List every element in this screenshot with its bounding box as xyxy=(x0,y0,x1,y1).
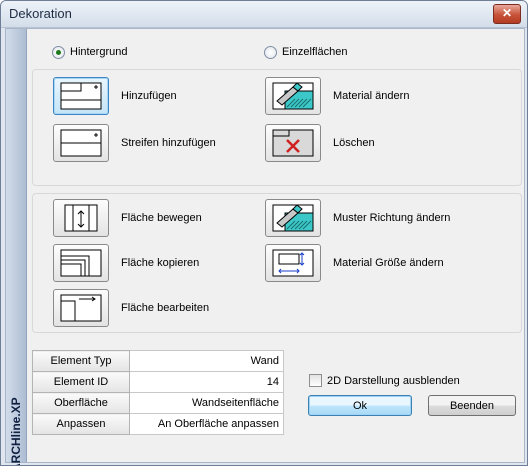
tool-label: Hinzufügen xyxy=(121,90,177,102)
dialog-body: ARCHline.XP Hintergrund Einzelflächen Hi… xyxy=(5,28,525,465)
tool-label: Fläche bearbeiten xyxy=(121,302,210,314)
ok-button[interactable]: Ok xyxy=(308,395,412,416)
delete-button[interactable] xyxy=(265,124,321,162)
element-properties-table: Element Typ Wand Element ID 14 Oberfläch… xyxy=(32,350,284,435)
material-size-button[interactable] xyxy=(265,244,321,282)
radio-button-checked[interactable] xyxy=(52,45,65,59)
hide-2d-label: 2D Darstellung ausblenden xyxy=(327,374,460,387)
tool-label: Fläche kopieren xyxy=(121,257,200,269)
move-surface-button[interactable] xyxy=(53,199,109,237)
table-row: Anpassen An Oberfläche anpassen xyxy=(32,413,284,435)
pattern-direction-icon xyxy=(272,204,314,232)
tool-flaeche-bewegen[interactable]: Fläche bewegen xyxy=(53,199,202,237)
table-row: Element ID 14 xyxy=(32,371,284,393)
delete-icon xyxy=(272,129,314,157)
property-value[interactable]: An Oberfläche anpassen xyxy=(129,413,284,435)
tool-hinzufuegen[interactable]: Hinzufügen xyxy=(53,77,177,115)
property-key: Element Typ xyxy=(32,350,130,372)
edit-surface-icon xyxy=(60,294,102,322)
radio-einzelflaechen[interactable]: Einzelflächen xyxy=(264,44,347,60)
material-size-icon xyxy=(272,249,314,277)
surface-tools-group: Fläche bewegen Muster Richtung ändern Fl… xyxy=(32,193,522,333)
pattern-direction-button[interactable] xyxy=(265,199,321,237)
tool-material-aendern[interactable]: Material ändern xyxy=(265,77,409,115)
property-value[interactable]: Wandseitenfläche xyxy=(129,392,284,414)
brand-sidebar: ARCHline.XP xyxy=(6,29,27,465)
change-material-icon xyxy=(272,82,314,110)
add-stripe-button[interactable] xyxy=(53,124,109,162)
table-row: Element Typ Wand xyxy=(32,350,284,372)
copy-surface-button[interactable] xyxy=(53,244,109,282)
brand-label: ARCHline.XP xyxy=(9,397,23,466)
window-title: Dekoration xyxy=(9,6,72,21)
radio-label-hintergrund: Hintergrund xyxy=(70,46,128,58)
property-key: Oberfläche xyxy=(32,392,130,414)
property-value[interactable]: Wand xyxy=(129,350,284,372)
radio-label-einzelflaechen: Einzelflächen xyxy=(282,46,348,58)
add-background-button[interactable] xyxy=(53,77,109,115)
hide-2d-checkbox[interactable] xyxy=(309,374,322,387)
hide-2d-option[interactable]: 2D Darstellung ausblenden xyxy=(309,374,460,387)
tool-label: Material Größe ändern xyxy=(333,257,444,269)
cancel-button[interactable]: Beenden xyxy=(428,395,516,416)
title-bar[interactable]: Dekoration ✕ xyxy=(1,1,527,28)
tool-flaeche-bearbeiten[interactable]: Fläche bearbeiten xyxy=(53,289,209,327)
dialog-window: Dekoration ✕ ARCHline.XP Hintergrund Ein… xyxy=(0,0,528,466)
tool-label: Streifen hinzufügen xyxy=(121,137,216,149)
property-key: Element ID xyxy=(32,371,130,393)
add-background-icon xyxy=(60,82,102,110)
tool-loeschen[interactable]: Löschen xyxy=(265,124,375,162)
property-key: Anpassen xyxy=(32,413,130,435)
background-tools-group: Hinzufügen Material ändern Streifen hinz… xyxy=(32,69,522,186)
change-material-button[interactable] xyxy=(265,77,321,115)
tool-muster-richtung[interactable]: Muster Richtung ändern xyxy=(265,199,450,237)
move-surface-icon xyxy=(64,204,98,232)
tool-material-groesse[interactable]: Material Größe ändern xyxy=(265,244,444,282)
tool-label: Material ändern xyxy=(333,90,410,102)
close-button[interactable]: ✕ xyxy=(493,4,521,24)
copy-surface-icon xyxy=(60,249,102,277)
tool-label: Fläche bewegen xyxy=(121,212,202,224)
table-row: Oberfläche Wandseitenfläche xyxy=(32,392,284,414)
radio-button[interactable] xyxy=(264,45,277,59)
property-value[interactable]: 14 xyxy=(129,371,284,393)
add-stripe-icon xyxy=(60,129,102,157)
tool-flaeche-kopieren[interactable]: Fläche kopieren xyxy=(53,244,199,282)
edit-surface-button[interactable] xyxy=(53,289,109,327)
tool-label: Muster Richtung ändern xyxy=(333,212,451,224)
tool-label: Löschen xyxy=(333,137,375,149)
radio-hintergrund[interactable]: Hintergrund xyxy=(52,44,127,60)
tool-streifen-hinzufuegen[interactable]: Streifen hinzufügen xyxy=(53,124,216,162)
